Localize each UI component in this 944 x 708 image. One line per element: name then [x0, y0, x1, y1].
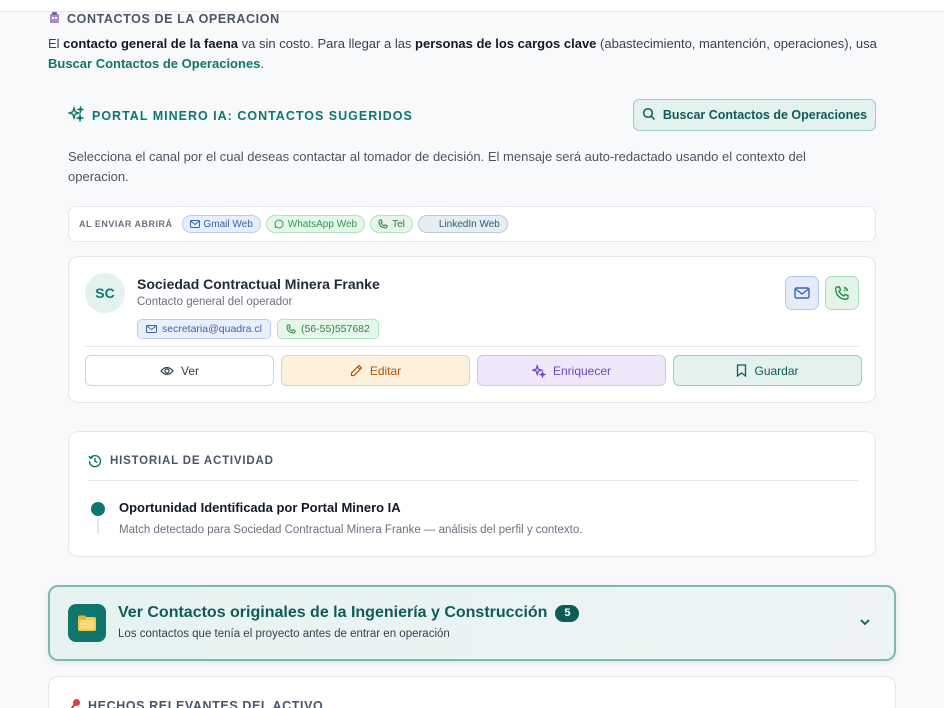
enrich-button[interactable]: Enriquecer [477, 355, 666, 386]
section-intro: El contacto general de la faena va sin c… [48, 34, 908, 74]
history-divider [88, 480, 858, 481]
mail-icon [794, 287, 810, 299]
intro-bold-2: personas de los cargos clave [415, 36, 597, 51]
bookmark-icon [737, 364, 747, 377]
contact-card: SC Sociedad Contractual Minera Franke Co… [68, 256, 876, 403]
channel-bar: AL ENVIAR ABRIRÁ Gmail Web WhatsApp Web … [68, 206, 876, 242]
history-title: HISTORIAL DE ACTIVIDAD [88, 454, 274, 468]
view-label: Ver [180, 363, 199, 378]
intro-text-1: El [48, 36, 64, 51]
search-operations-button[interactable]: Buscar Contactos de Operaciones [633, 99, 876, 131]
history-title-text: HISTORIAL DE ACTIVIDAD [110, 455, 274, 467]
contact-phone: (56-55)557682 [300, 323, 370, 335]
enrich-label: Enriquecer [552, 363, 612, 378]
history-item-title: Oportunidad Identificada por Portal Mine… [119, 500, 401, 515]
channel-chip-linkedin[interactable]: LinkedIn Web [417, 215, 508, 233]
timeline-dot [91, 502, 105, 516]
portal-description: Selecciona el canal por el cual deseas c… [68, 149, 806, 184]
edit-button[interactable]: Editar [281, 355, 470, 386]
contact-email-chip[interactable]: secretaria@quadra.cl [137, 319, 271, 339]
contact-info-chips: secretaria@quadra.cl (56-55)557682 [137, 319, 379, 339]
original-contacts-title: Ver Contactos originales de la Ingenierí… [118, 604, 580, 622]
original-contacts-accordion[interactable]: Ver Contactos originales de la Ingenierí… [48, 585, 896, 661]
pin-icon [69, 698, 82, 708]
channel-linkedin-label: LinkedIn Web [438, 218, 500, 230]
phone-icon [378, 219, 388, 229]
chevron-down-icon[interactable] [858, 615, 872, 634]
contact-name: Sociedad Contractual Minera Franke [137, 276, 380, 292]
mail-icon [189, 220, 200, 228]
intro-text-3: (abastecimiento, mantención, operaciones… [596, 36, 877, 51]
view-button[interactable]: Ver [85, 355, 274, 386]
mail-icon [146, 325, 157, 333]
channel-gmail-label: Gmail Web [203, 218, 253, 230]
section-heading: CONTACTOS DE LA OPERACION [48, 11, 280, 27]
channel-chip-whatsapp[interactable]: WhatsApp Web [265, 215, 366, 233]
channel-tel-label: Tel [392, 218, 405, 230]
channel-label: AL ENVIAR ABRIRÁ [79, 219, 173, 229]
intro-text-4: . [260, 56, 265, 71]
phone-call-icon [834, 286, 849, 301]
facts-title-text: HECHOS RELEVANTES DEL ACTIVO [88, 699, 324, 708]
section-title: CONTACTOS DE LA OPERACION [67, 12, 280, 26]
sparkles-icon [66, 105, 85, 125]
channel-whatsapp-label: WhatsApp Web [287, 218, 358, 230]
history-icon [88, 454, 102, 468]
history-item-description: Match detectado para Sociedad Contractua… [119, 524, 583, 536]
activity-history: HISTORIAL DE ACTIVIDAD Oportunidad Ident… [68, 431, 876, 557]
intro-bold-1: contacto general de la faena [63, 36, 239, 51]
relevant-facts-section: HECHOS RELEVANTES DEL ACTIVO [48, 676, 896, 708]
search-operations-label: Buscar Contactos de Operaciones [662, 108, 868, 122]
timeline-line [97, 517, 99, 534]
portal-title: PORTAL MINERO IA: CONTACTOS SUGERIDOS [66, 105, 413, 125]
sparkles-icon [531, 363, 546, 378]
email-contact-button[interactable] [785, 276, 819, 310]
search-icon [642, 107, 656, 124]
facts-title: HECHOS RELEVANTES DEL ACTIVO [69, 698, 323, 708]
phone-icon [286, 324, 296, 334]
original-contacts-title-text: Ver Contactos originales de la Ingenierí… [118, 604, 548, 621]
count-badge: 5 [555, 604, 580, 622]
contact-divider [85, 346, 859, 347]
contact-actions: Ver Editar Enriquecer Guardar [85, 355, 862, 386]
channel-chip-gmail[interactable]: Gmail Web [181, 215, 261, 233]
save-label: Guardar [754, 363, 799, 378]
contact-phone-chip[interactable]: (56-55)557682 [276, 319, 379, 339]
contact-email: secretaria@quadra.cl [162, 323, 262, 335]
channel-chip-tel[interactable]: Tel [370, 215, 413, 233]
whatsapp-icon [274, 219, 284, 229]
contact-role: Contacto general del operador [137, 296, 293, 308]
original-contacts-subtitle: Los contactos que tenía el proyecto ante… [118, 628, 450, 640]
avatar: SC [85, 273, 125, 313]
folder-icon [68, 604, 106, 642]
search-operations-link[interactable]: Buscar Contactos de Operaciones [48, 56, 260, 71]
call-contact-button[interactable] [825, 276, 859, 310]
pencil-icon [350, 364, 363, 377]
intro-text-2: va sin costo. Para llegar a las [238, 36, 416, 51]
eye-icon [160, 366, 174, 375]
building-icon [48, 11, 61, 27]
save-button[interactable]: Guardar [673, 355, 862, 386]
edit-label: Editar [369, 363, 402, 378]
portal-title-text: PORTAL MINERO IA: CONTACTOS SUGERIDOS [92, 108, 413, 123]
